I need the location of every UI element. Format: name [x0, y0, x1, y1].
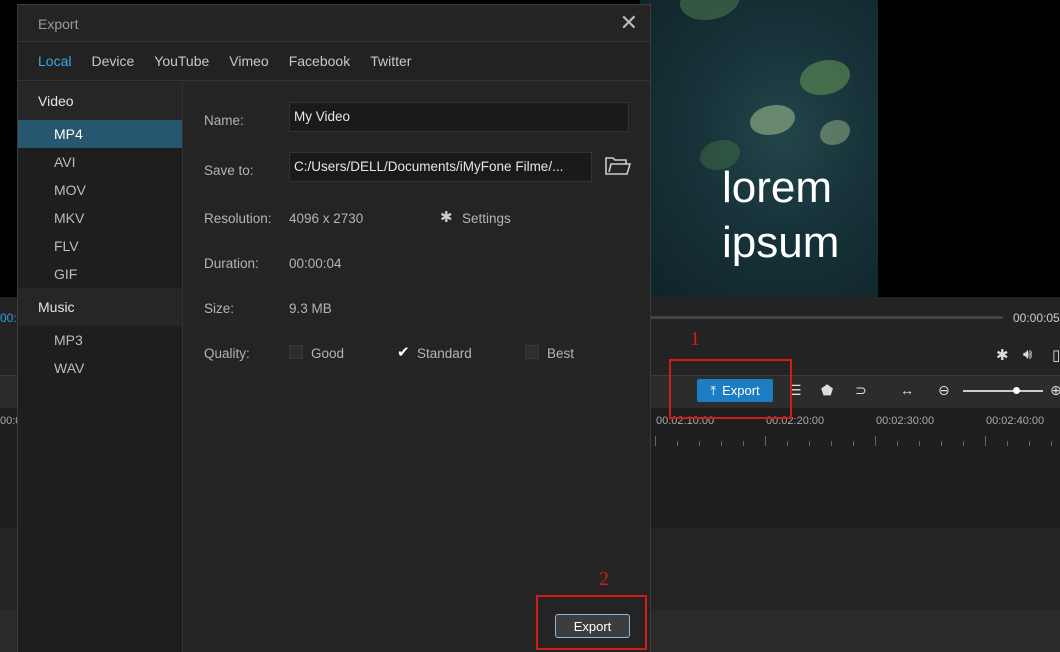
quality-standard-label: Standard	[417, 346, 472, 361]
zoom-out-icon[interactable]: ⊖	[938, 382, 950, 399]
format-wav[interactable]: WAV	[18, 354, 182, 382]
tab-facebook[interactable]: Facebook	[289, 53, 350, 69]
size-label: Size:	[204, 301, 235, 316]
tab-device[interactable]: Device	[91, 53, 134, 69]
export-settings-form: Name: My Video Save to: C:/Users/DELL/Do…	[184, 82, 650, 652]
quality-best-checkbox[interactable]	[525, 345, 539, 359]
settings-link[interactable]: Settings	[462, 211, 511, 226]
ruler-tick	[721, 441, 722, 446]
marker-icon[interactable]: ⬟	[821, 382, 833, 399]
ruler-tick	[831, 441, 832, 446]
name-field[interactable]: My Video	[289, 102, 629, 132]
duration-value: 00:00:04	[289, 256, 342, 271]
ruler-tick	[875, 436, 876, 446]
folder-icon[interactable]	[605, 156, 632, 176]
save-path-field[interactable]: C:/Users/DELL/Documents/iMyFone Filme/..…	[289, 152, 592, 182]
annotation-box-1	[669, 359, 792, 419]
save-to-label: Save to:	[204, 163, 254, 178]
ruler-tick	[655, 436, 656, 446]
ruler-tick	[1007, 441, 1008, 446]
format-mp4[interactable]: MP4	[18, 120, 182, 148]
fullscreen-icon[interactable]: ▯	[1052, 346, 1060, 364]
total-time: 00:00:05	[1013, 311, 1060, 325]
tab-local[interactable]: Local	[38, 53, 71, 69]
zoom-slider-handle[interactable]	[1013, 387, 1020, 394]
ruler-tick	[787, 441, 788, 446]
quality-label: Quality:	[204, 346, 250, 361]
format-gif[interactable]: GIF	[18, 260, 182, 288]
fit-icon[interactable]: ↔	[900, 382, 914, 398]
format-flv[interactable]: FLV	[18, 232, 182, 260]
ruler-tick	[919, 441, 920, 446]
tick-label: 00:02:30:00	[876, 415, 935, 427]
close-icon[interactable]: ✕	[620, 11, 638, 35]
tick-label: 00:02:40:00	[986, 415, 1045, 427]
name-label: Name:	[204, 113, 244, 128]
ruler-tick	[897, 441, 898, 446]
annotation-box-2	[536, 595, 647, 650]
format-mkv[interactable]: MKV	[18, 204, 182, 232]
dialog-title: Export	[38, 16, 79, 32]
quality-good-label: Good	[311, 346, 345, 361]
tab-vimeo[interactable]: Vimeo	[229, 53, 268, 69]
ruler-tick	[985, 436, 986, 446]
ruler-tick	[743, 441, 744, 446]
category-music: Music	[18, 288, 182, 326]
video-preview: lorem ipsum	[640, 0, 878, 297]
format-avi[interactable]: AVI	[18, 148, 182, 176]
gear-icon[interactable]: ✱	[440, 208, 453, 226]
ruler-tick	[699, 441, 700, 446]
annotation-number-1: 1	[690, 328, 700, 350]
ruler-tick	[941, 441, 942, 446]
format-sidebar: Video MP4 AVI MOV MKV FLV GIF Music MP3 …	[18, 82, 183, 652]
volume-icon[interactable]: 🔊︎	[1023, 346, 1032, 363]
ruler-tick	[1029, 441, 1030, 446]
format-mp3[interactable]: MP3	[18, 326, 182, 354]
ruler-tick	[963, 441, 964, 446]
tab-youtube[interactable]: YouTube	[154, 53, 209, 69]
zoom-in-icon[interactable]: ⊕	[1050, 382, 1060, 399]
export-destination-tabs: Local Device YouTube Vimeo Facebook Twit…	[18, 41, 650, 81]
quality-best-label: Best	[547, 346, 575, 361]
tab-twitter[interactable]: Twitter	[370, 53, 411, 69]
ruler-tick	[677, 441, 678, 446]
quality-good-checkbox[interactable]	[289, 345, 303, 359]
format-mov[interactable]: MOV	[18, 176, 182, 204]
ruler-tick	[765, 436, 766, 446]
gear-icon[interactable]: ✱	[996, 346, 1009, 364]
duration-label: Duration:	[204, 256, 259, 271]
ruler-tick	[1051, 441, 1052, 446]
preview-caption: lorem ipsum	[722, 163, 840, 267]
playback-progress[interactable]	[651, 316, 1003, 319]
ruler-tick	[809, 441, 810, 446]
export-dialog: Export ✕ Local Device YouTube Vimeo Face…	[17, 4, 651, 652]
annotation-number-2: 2	[599, 568, 609, 590]
magnet-icon[interactable]: ⊃	[855, 382, 867, 399]
zoom-slider[interactable]	[963, 390, 1043, 392]
size-value: 9.3 MB	[289, 301, 332, 316]
quality-standard-checkbox[interactable]: ✔	[397, 343, 410, 361]
resolution-label: Resolution:	[204, 211, 272, 226]
category-video: Video	[18, 82, 182, 120]
ruler-tick	[853, 441, 854, 446]
resolution-value: 4096 x 2730	[289, 211, 364, 226]
